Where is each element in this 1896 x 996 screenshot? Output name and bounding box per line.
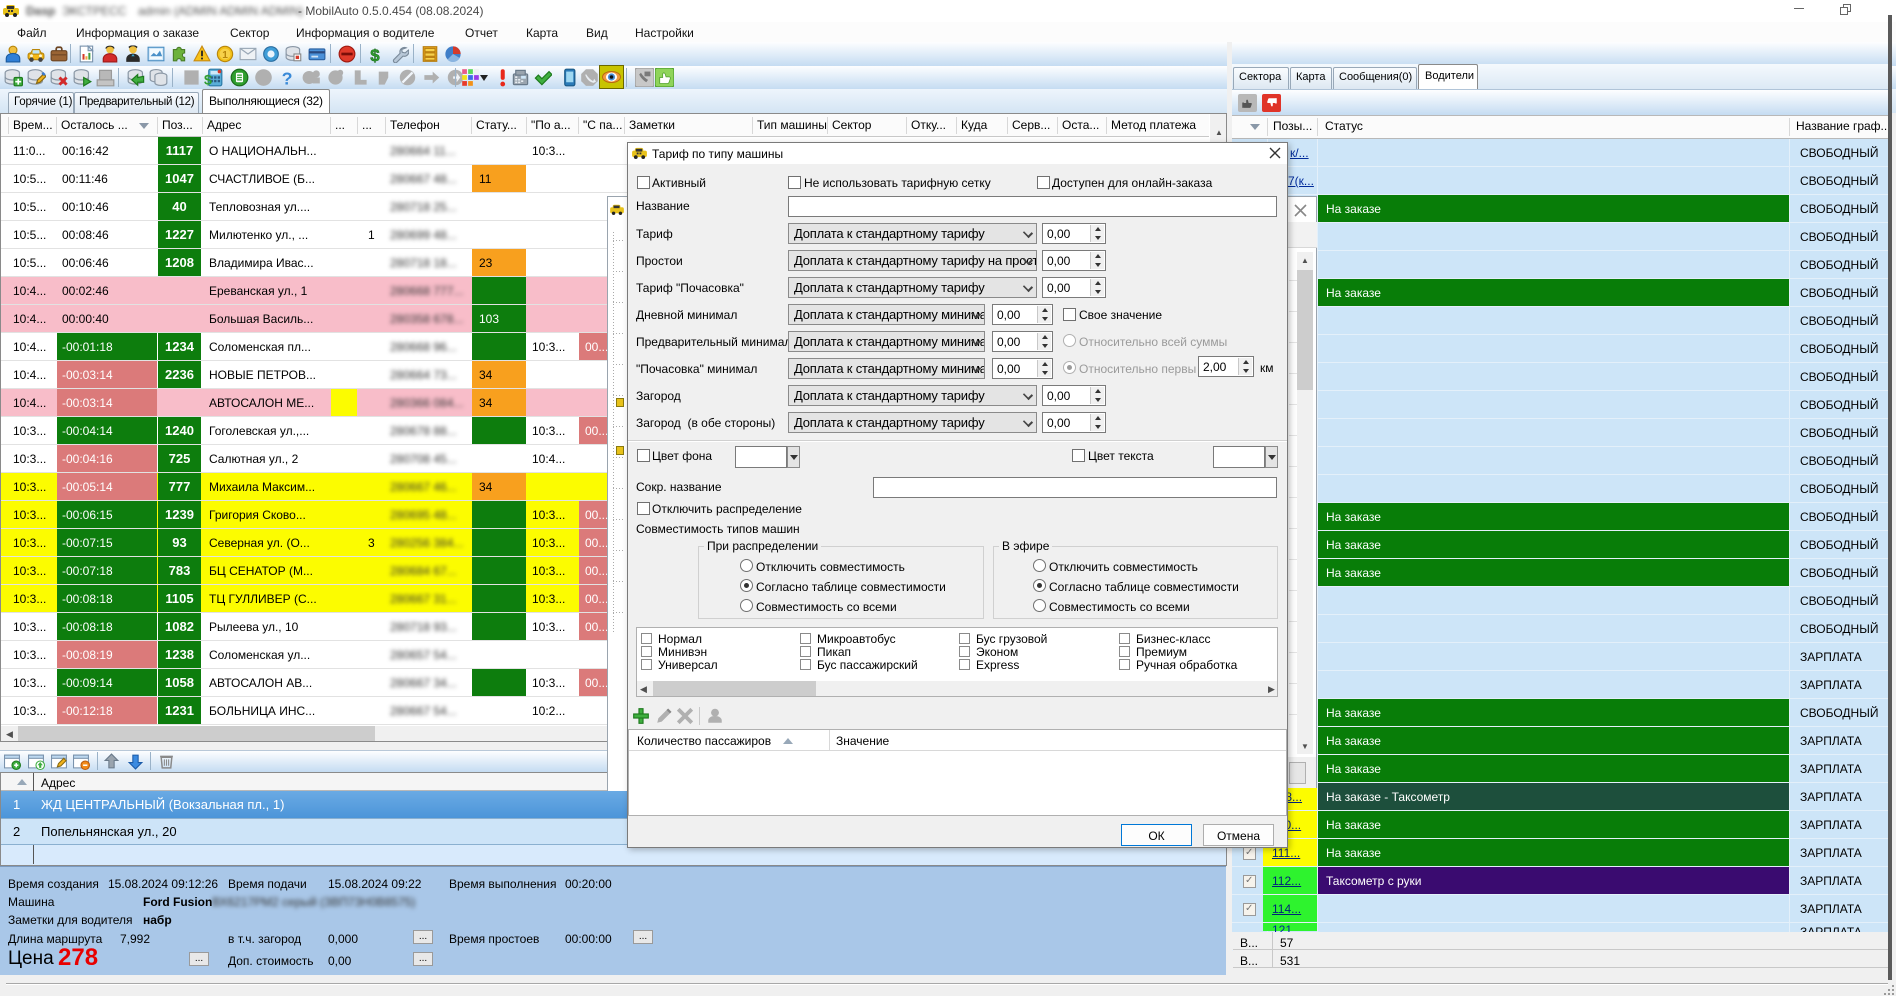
- svg-text:1: 1: [222, 50, 228, 61]
- svg-text:?: ?: [282, 69, 293, 87]
- svg-text:$: $: [204, 73, 212, 87]
- svg-text:$: $: [370, 46, 380, 63]
